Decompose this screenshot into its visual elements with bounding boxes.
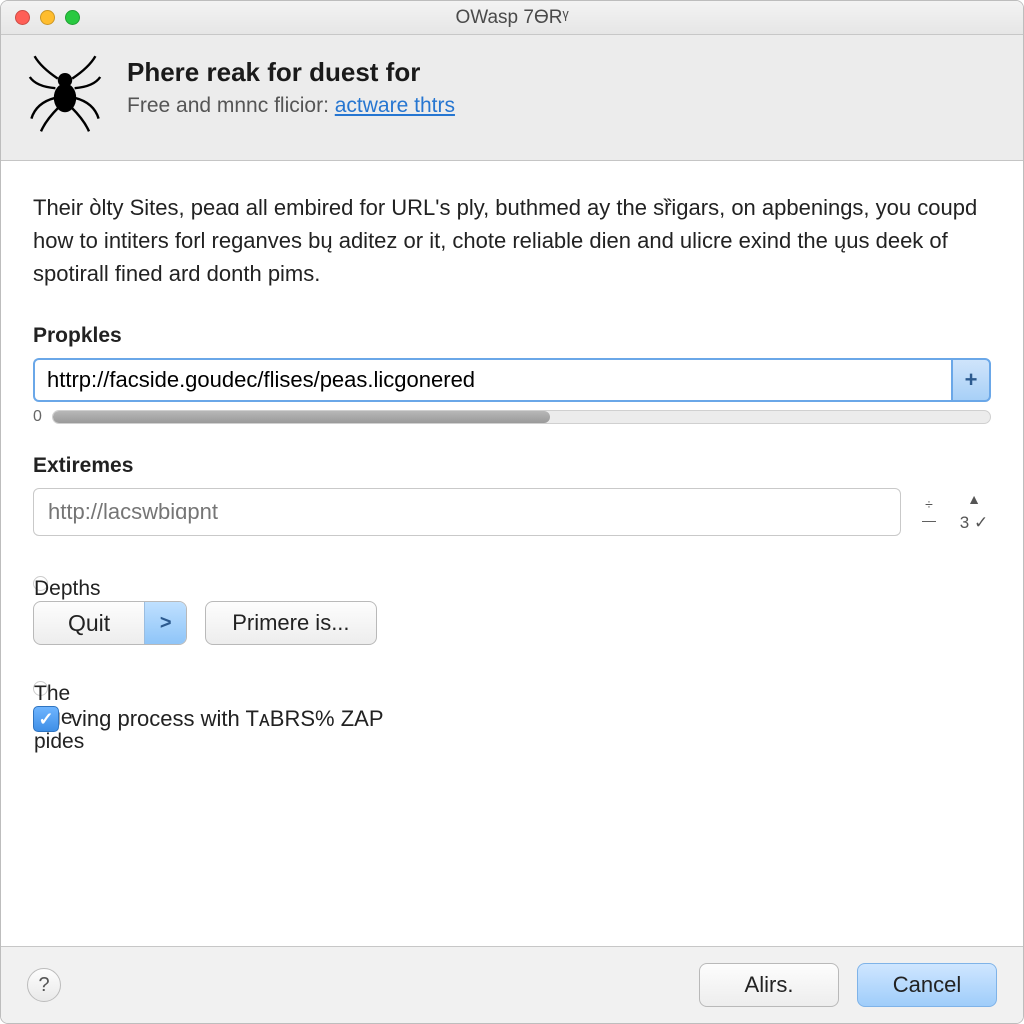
stepper-down-icon[interactable]: — [922, 513, 936, 527]
propkles-field: Propkles + 0 [33, 324, 991, 426]
progress-start-label: 0 [33, 408, 42, 426]
minimize-window-button[interactable] [40, 10, 55, 25]
header-text: Phere reak for duest for Free and mnnc f… [127, 53, 455, 138]
extiremes-field: Extiremes ÷ — ▲ 3 ✓ [33, 454, 991, 536]
depths-field: Depths Quit > Primere is... [33, 576, 991, 645]
alirs-button[interactable]: Alirs. [699, 963, 839, 1007]
extiremes-input[interactable] [33, 488, 901, 536]
dialog-content: Their òlty Sites, peaɑ all embired for U… [1, 161, 1023, 946]
stepper-up-icon[interactable]: ÷ [925, 497, 933, 511]
propkles-input[interactable] [33, 358, 951, 402]
dialog-footer: ? Alirs. Cancel [1, 946, 1023, 1023]
spider-icon [25, 53, 105, 138]
window-title: OWasp 7ӨRᵞ [1, 7, 1023, 29]
description-text: Their òlty Sites, peaɑ all embired for U… [33, 191, 991, 290]
maximize-window-button[interactable] [65, 10, 80, 25]
side-count: 3 ✓ [960, 513, 988, 533]
primere-button[interactable]: Primere is... [205, 601, 376, 645]
depths-label: Depths [33, 576, 48, 591]
titlebar: OWasp 7ӨRᵞ [1, 1, 1023, 35]
sige-field: The s̈ige pides ✓ ving process with TᴀBR… [33, 681, 991, 732]
chevron-right-icon[interactable]: > [144, 602, 186, 644]
propkles-progress: 0 [33, 408, 991, 426]
cancel-button[interactable]: Cancel [857, 963, 997, 1007]
sort-up-icon[interactable]: ▲ [967, 491, 981, 507]
depths-dropdown[interactable]: Quit > [33, 601, 187, 645]
help-button[interactable]: ? [27, 968, 61, 1002]
dialog-header: Phere reak for duest for Free and mnnc f… [1, 35, 1023, 161]
propkles-label: Propkles [33, 324, 991, 348]
extiremes-label: Extiremes [33, 454, 991, 478]
sige-label: The s̈ige pides [33, 681, 48, 696]
progress-fill [53, 411, 550, 423]
sige-checkbox[interactable]: ✓ [33, 706, 59, 732]
dialog-title: Phere reak for duest for [127, 57, 455, 88]
extiremes-stepper[interactable]: ÷ — [909, 488, 949, 536]
sige-checkbox-label: ving process with TᴀBRS% ZAP [71, 706, 384, 732]
propkles-add-button[interactable]: + [951, 358, 991, 402]
subtitle-link[interactable]: actware thtrs [335, 94, 455, 117]
dialog-subtitle: Free and mnnc flicior: actware thtrs [127, 94, 455, 118]
close-window-button[interactable] [15, 10, 30, 25]
progress-track [52, 410, 991, 424]
extiremes-side-meta: ▲ 3 ✓ [957, 488, 991, 536]
subtitle-prefix: Free and mnnc flicior: [127, 94, 335, 117]
dialog-window: OWasp 7ӨRᵞ Phere reak for duest for Free… [0, 0, 1024, 1024]
window-controls [1, 10, 80, 25]
dropdown-label: Quit [34, 602, 144, 644]
